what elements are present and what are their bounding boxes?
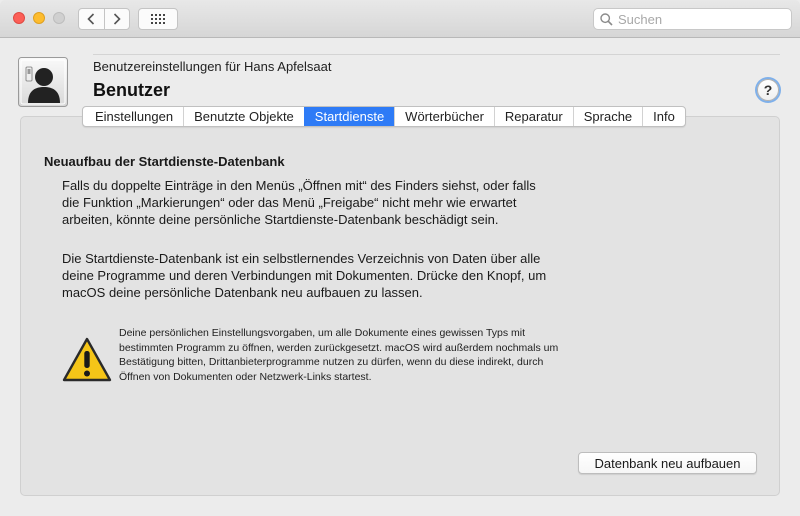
- back-button[interactable]: [79, 9, 104, 29]
- zoom-window-button[interactable]: [53, 12, 65, 24]
- preferences-window: Suchen Benutzereinstellungen für Hans Ap…: [0, 0, 800, 516]
- tab-bar: Einstellungen Benutzte Objekte Startdien…: [82, 106, 686, 127]
- page-title: Benutzer: [93, 80, 171, 100]
- tab-benutzte-objekte[interactable]: Benutzte Objekte: [183, 107, 304, 126]
- tab-reparatur[interactable]: Reparatur: [493, 107, 573, 126]
- warning-icon: [62, 337, 112, 382]
- forward-button[interactable]: [103, 9, 130, 29]
- tab-woerterbuecher[interactable]: Wörterbücher: [394, 107, 494, 126]
- show-all-button[interactable]: [138, 8, 178, 30]
- chevron-right-icon: [113, 13, 121, 25]
- section-heading: Neuaufbau der Startdienste-Datenbank: [44, 154, 285, 169]
- description-paragraph-1: Falls du doppelte Einträge in den Menüs …: [62, 178, 536, 227]
- user-avatar-icon: [18, 57, 68, 107]
- navigation-group: [78, 8, 130, 30]
- tab-info[interactable]: Info: [642, 107, 685, 126]
- close-window-button[interactable]: [13, 12, 25, 24]
- header-divider: [93, 54, 780, 55]
- minimize-window-button[interactable]: [33, 12, 45, 24]
- subtitle: Benutzereinstellungen für Hans Apfelsaat: [93, 59, 332, 74]
- search-input[interactable]: Suchen: [593, 8, 792, 30]
- grid-icon: [151, 14, 165, 24]
- content-panel: [20, 116, 780, 496]
- help-button[interactable]: ?: [757, 79, 779, 101]
- tab-einstellungen[interactable]: Einstellungen: [83, 107, 183, 126]
- rebuild-database-button[interactable]: Datenbank neu aufbauen: [578, 452, 757, 474]
- warning-text: Deine persönlichen Einstellungsvorgaben,…: [119, 327, 559, 383]
- search-icon: [600, 13, 613, 26]
- title-bar: Suchen: [0, 0, 800, 38]
- tab-sprache[interactable]: Sprache: [572, 107, 642, 126]
- chevron-left-icon: [87, 13, 95, 25]
- description-paragraph-2: Die Startdienste-Datenbank ist ein selbs…: [62, 251, 547, 300]
- search-placeholder: Suchen: [618, 12, 663, 27]
- tab-startdienste[interactable]: Startdienste: [303, 107, 395, 126]
